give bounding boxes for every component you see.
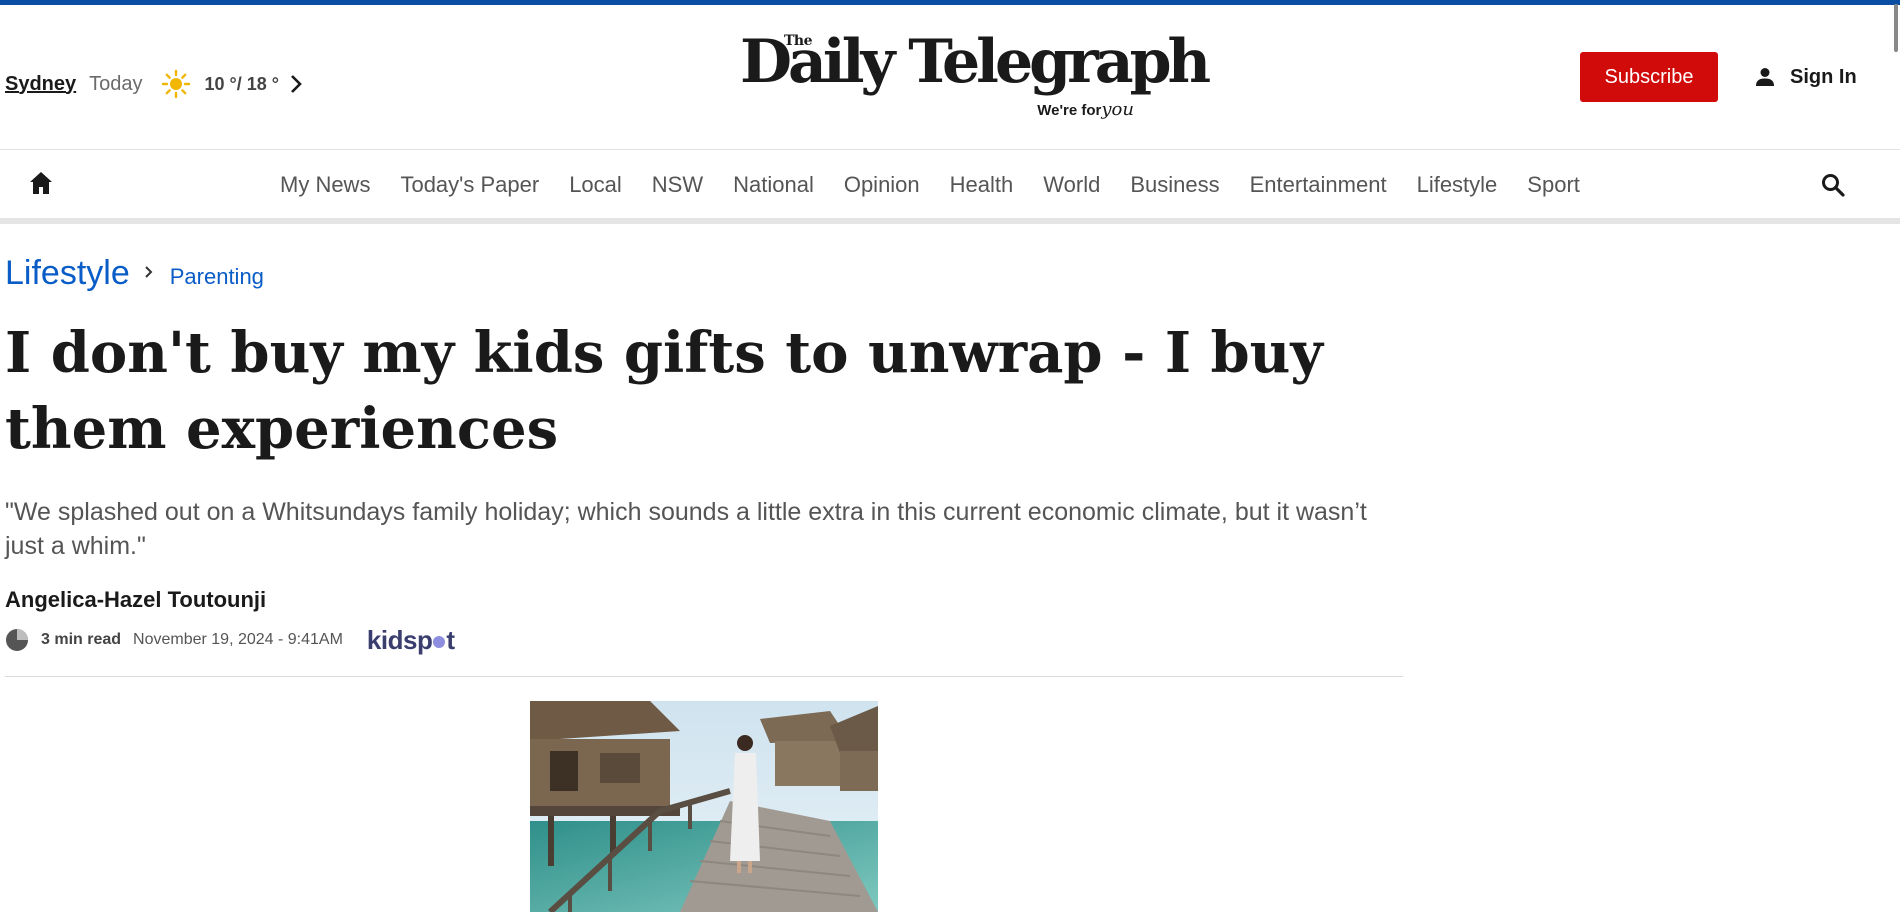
clock-icon bbox=[6, 629, 28, 651]
article-standfirst: "We splashed out on a Whitsundays family… bbox=[5, 498, 1367, 560]
search-icon[interactable] bbox=[1820, 172, 1846, 198]
logo-tagline-script: you bbox=[1101, 99, 1134, 120]
weather-city[interactable]: Sydney bbox=[5, 73, 76, 96]
nav-item-local[interactable]: Local bbox=[569, 172, 622, 198]
site-logo[interactable]: The Daily Telegraph We're foryou bbox=[740, 23, 1211, 128]
sign-in-button[interactable]: Sign In bbox=[1754, 62, 1857, 92]
meta-divider bbox=[5, 676, 1403, 677]
kidspot-dot bbox=[433, 635, 446, 648]
scrollbar-thumb[interactable] bbox=[1894, 4, 1898, 52]
breadcrumb: Lifestyle Parenting bbox=[5, 254, 264, 293]
subscribe-button[interactable]: Subscribe bbox=[1580, 52, 1718, 102]
weather-widget[interactable]: Sydney Today 10 °/ 18 ° bbox=[5, 69, 303, 99]
home-icon[interactable] bbox=[28, 170, 54, 196]
chevron-right-small-icon bbox=[145, 266, 153, 278]
read-time: 3 min read bbox=[41, 631, 122, 648]
site-header: Sydney Today 10 °/ 18 ° The Daily Telegr… bbox=[0, 5, 1900, 150]
nav-item-sport[interactable]: Sport bbox=[1527, 172, 1580, 198]
nav-item-national[interactable]: National bbox=[733, 172, 814, 198]
nav-list: My News Today's Paper Local NSW National… bbox=[280, 172, 1610, 198]
weather-temps: 10 °/ 18 ° bbox=[204, 73, 279, 94]
weather-day: Today bbox=[89, 72, 143, 95]
kidspot-logo[interactable]: kidsp t bbox=[367, 625, 455, 656]
article-meta: 3 min read November 19, 2024 - 9:41AM ki… bbox=[5, 625, 455, 656]
sign-in-label: Sign In bbox=[1790, 65, 1857, 88]
logo-tagline: We're foryou bbox=[1037, 99, 1134, 120]
chevron-right-icon[interactable] bbox=[289, 73, 303, 95]
nav-item-my-news[interactable]: My News bbox=[280, 172, 370, 198]
breadcrumb-section[interactable]: Lifestyle bbox=[5, 254, 130, 293]
breadcrumb-subsection[interactable]: Parenting bbox=[170, 264, 264, 290]
nav-item-entertainment[interactable]: Entertainment bbox=[1250, 172, 1387, 198]
nav-item-world[interactable]: World bbox=[1043, 172, 1100, 198]
nav-item-health[interactable]: Health bbox=[950, 172, 1014, 198]
nav-item-todays-paper[interactable]: Today's Paper bbox=[400, 172, 539, 198]
logo-tagline-prefix: We're for bbox=[1037, 102, 1102, 119]
logo-wordmark: Daily Telegraph bbox=[740, 27, 1211, 97]
publish-date: November 19, 2024 - 9:41AM bbox=[133, 631, 343, 648]
sun-icon bbox=[161, 69, 190, 99]
page-scrollbar[interactable] bbox=[1890, 0, 1900, 912]
kidspot-logo-part1: kidsp bbox=[366, 624, 433, 655]
article-author[interactable]: Angelica-Hazel Toutounji bbox=[5, 587, 266, 613]
user-icon bbox=[1756, 68, 1774, 86]
article-headline: I don't buy my kids gifts to unwrap - I … bbox=[5, 320, 1323, 462]
nav-item-opinion[interactable]: Opinion bbox=[844, 172, 920, 198]
nav-item-lifestyle[interactable]: Lifestyle bbox=[1417, 172, 1498, 198]
kidspot-logo-part2: t bbox=[446, 624, 455, 655]
nav-item-business[interactable]: Business bbox=[1130, 172, 1219, 198]
main-nav: My News Today's Paper Local NSW National… bbox=[0, 149, 1900, 224]
nav-item-nsw[interactable]: NSW bbox=[652, 172, 703, 198]
article-hero-image[interactable] bbox=[530, 701, 878, 912]
